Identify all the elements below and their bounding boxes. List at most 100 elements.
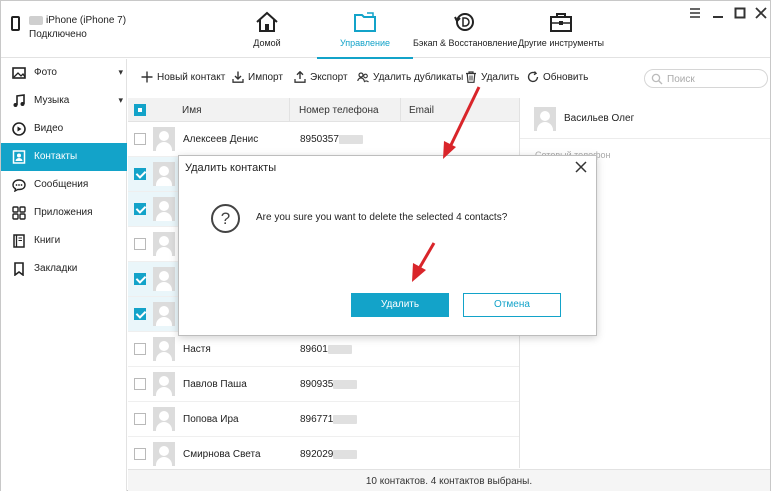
close-icon[interactable] [574, 160, 588, 174]
column-divider [400, 98, 401, 122]
avatar [153, 407, 175, 431]
export-icon [294, 71, 306, 83]
photo-icon [12, 67, 26, 79]
contact-phone: 89601 [300, 344, 352, 355]
avatar [153, 162, 175, 186]
minimize-icon[interactable] [712, 7, 724, 19]
search-box[interactable] [644, 69, 768, 88]
search-input[interactable] [667, 72, 763, 86]
row-checkbox[interactable] [134, 448, 146, 460]
avatar [153, 127, 175, 151]
table-row[interactable]: Павлов Паша 890935 [128, 367, 519, 402]
tab-manage[interactable]: Управление [317, 1, 413, 59]
avatar [153, 372, 175, 396]
duplicates-icon [357, 72, 369, 83]
avatar [153, 232, 175, 256]
search-icon [651, 73, 663, 85]
header: iPhone (iPhone 7) Подключено Домой Управ… [1, 1, 770, 59]
refresh-icon [527, 71, 539, 83]
contact-name: Попова Ира [183, 414, 239, 425]
refresh-label: Обновить [543, 72, 589, 83]
device-status: Подключено [29, 29, 87, 40]
sidebar-item-label: Книги [34, 235, 61, 246]
table-row[interactable]: Настя 89601 [128, 332, 519, 367]
sidebar-item-video[interactable]: Видео [1, 115, 127, 143]
divider [520, 138, 770, 139]
dialog-title: Удалить контакты [185, 162, 277, 174]
import-label: Импорт [248, 72, 283, 83]
phone-icon [11, 16, 20, 31]
avatar [153, 337, 175, 361]
tab-tools[interactable]: Другие инструменты [516, 1, 606, 58]
column-header-email[interactable]: Email [409, 105, 434, 116]
row-checkbox[interactable] [134, 133, 146, 145]
select-all-checkbox[interactable] [134, 104, 146, 116]
row-checkbox[interactable] [134, 308, 146, 320]
chevron-down-icon[interactable]: ▾ [118, 95, 123, 106]
apps-icon [12, 206, 26, 220]
tab-tools-label: Другие инструменты [518, 38, 604, 48]
sidebar-item-label: Видео [34, 123, 64, 134]
cancel-button[interactable]: Отмена [463, 293, 561, 317]
folder-icon [354, 12, 376, 32]
sidebar-item-label: Приложения [34, 207, 93, 218]
sidebar-item-messages[interactable]: Сообщения [1, 171, 127, 199]
avatar [153, 442, 175, 466]
row-checkbox[interactable] [134, 168, 146, 180]
row-checkbox[interactable] [134, 273, 146, 285]
redacted-text [29, 15, 43, 25]
sidebar-item-apps[interactable]: Приложения [1, 199, 127, 227]
home-icon [256, 11, 278, 32]
toolbox-icon [550, 13, 572, 32]
redacted-text [333, 414, 358, 424]
avatar [153, 197, 175, 221]
delete-label: Удалить [481, 72, 520, 83]
row-checkbox[interactable] [134, 238, 146, 250]
tab-home-label: Домой [253, 38, 281, 48]
details-contact-name: Васильев Олег [564, 113, 635, 124]
table-row[interactable]: Смирнова Света 892029 [128, 437, 519, 472]
row-checkbox[interactable] [134, 203, 146, 215]
chevron-down-icon[interactable]: ▾ [118, 67, 123, 78]
plus-icon [141, 71, 153, 83]
new-contact-label: Новый контакт [157, 72, 226, 83]
contacts-icon [12, 150, 26, 164]
sidebar-item-bookmarks[interactable]: Закладки [1, 255, 127, 283]
table-row[interactable]: Попова Ира 896771 [128, 402, 519, 437]
contact-phone: 896771 [300, 414, 358, 425]
contact-name: Алексеев Денис [183, 134, 259, 145]
column-header-phone[interactable]: Номер телефона [299, 105, 379, 116]
redacted-text [338, 134, 363, 144]
sidebar-item-books[interactable]: Книги [1, 227, 127, 255]
table-row[interactable]: Алексеев Денис 8950357 [128, 122, 519, 157]
row-checkbox[interactable] [134, 343, 146, 355]
sidebar-item-label: Закладки [34, 263, 78, 274]
sidebar-item-contacts[interactable]: Контакты [1, 143, 127, 171]
avatar [534, 107, 556, 131]
export-label: Экспорт [310, 72, 348, 83]
sidebar-item-music[interactable]: Музыка ▾ [1, 87, 127, 115]
confirm-delete-button[interactable]: Удалить [351, 293, 449, 317]
dialog-message: Are you sure you want to delete the sele… [256, 212, 508, 223]
column-header-name[interactable]: Имя [182, 105, 201, 116]
books-icon [13, 234, 25, 248]
music-icon [13, 94, 25, 107]
column-divider [289, 98, 290, 122]
redacted-text [327, 344, 352, 354]
import-icon [232, 71, 244, 83]
contact-phone: 8950357 [300, 134, 363, 145]
tab-home[interactable]: Домой [232, 1, 302, 58]
sidebar-item-label: Сообщения [34, 179, 89, 190]
redacted-text [333, 379, 358, 389]
sidebar-item-photos[interactable]: Фото ▾ [1, 59, 127, 87]
sidebar-item-label: Фото [34, 67, 57, 78]
row-checkbox[interactable] [134, 413, 146, 425]
menu-icon[interactable] [689, 7, 701, 19]
status-text: 10 контактов. 4 контактов выбраны. [365, 476, 533, 487]
close-window-icon[interactable] [755, 7, 767, 19]
question-icon: ? [211, 204, 240, 233]
maximize-icon[interactable] [734, 7, 746, 19]
device-name: iPhone (iPhone 7) [29, 15, 126, 26]
row-checkbox[interactable] [134, 378, 146, 390]
tab-backup[interactable]: Бэкап & Восстановление [413, 1, 517, 58]
